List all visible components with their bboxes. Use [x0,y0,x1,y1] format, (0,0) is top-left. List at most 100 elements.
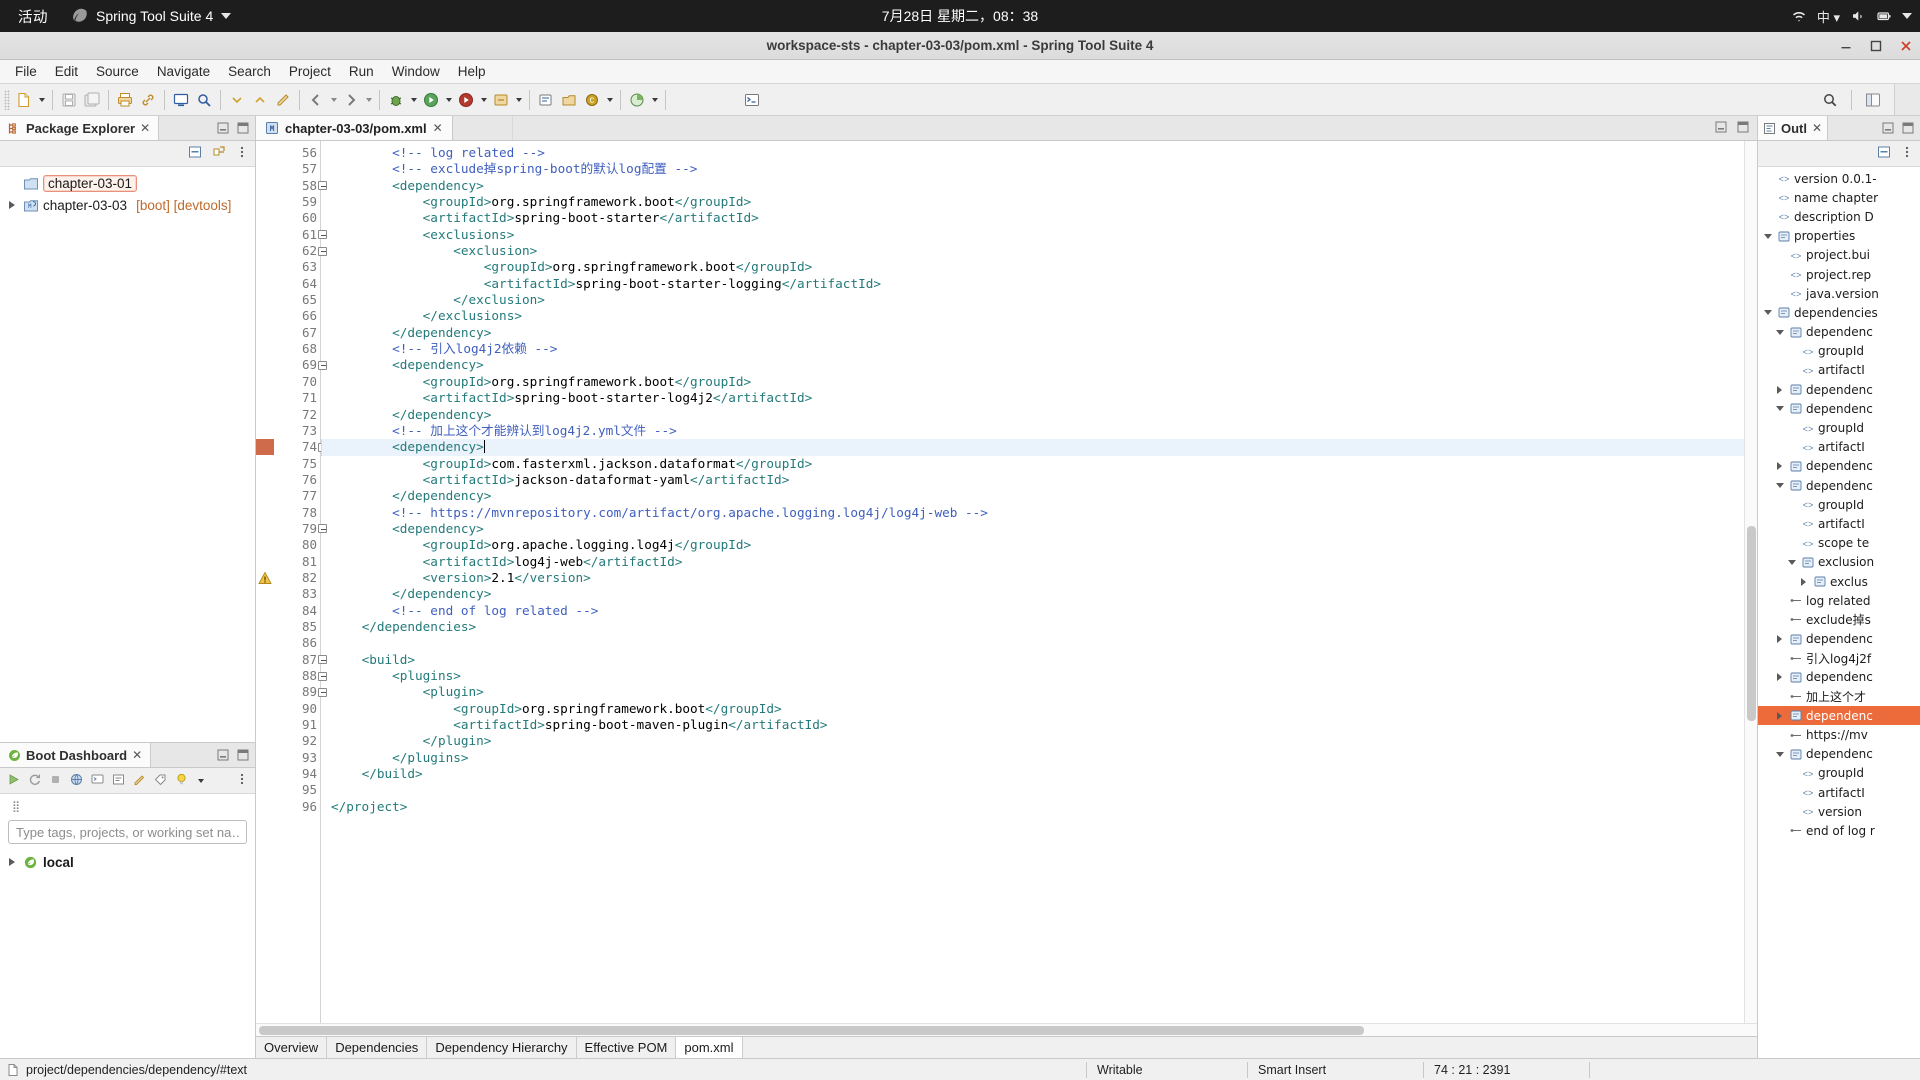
new-wizard-icon[interactable] [13,89,35,111]
new-class-dropdown-arrow[interactable] [604,89,615,111]
maximize-editor-button[interactable] [1737,121,1749,136]
code-line[interactable]: <dependency> [321,357,1757,373]
twisty-down-icon[interactable] [1774,751,1785,757]
toolbar-grip[interactable] [4,89,10,110]
bulb-icon[interactable] [174,772,189,790]
maximize-view-button[interactable] [237,749,249,761]
input-method-indicator[interactable]: 中 ▾ [1817,7,1840,26]
menu-item-file[interactable]: File [6,62,46,81]
minimize-view-button[interactable] [217,749,229,761]
boot-dropdown-arrow[interactable] [478,89,489,111]
minimize-view-button[interactable] [1882,122,1894,134]
annotation-ruler[interactable] [256,141,274,1023]
outline-row[interactable]: <> project.rep [1758,265,1920,284]
code-line[interactable]: <build> [321,652,1757,668]
stop-icon[interactable] [48,772,63,790]
clock-button[interactable]: 7月28日 星期二，08：38 [882,6,1038,26]
twisty-down-icon[interactable] [1786,559,1797,565]
open-console-icon[interactable] [170,89,192,111]
outline-row[interactable]: 加上这个才 [1758,687,1920,706]
run-icon[interactable] [420,89,442,111]
back-dropdown-arrow[interactable] [328,89,339,111]
open-browser-icon[interactable] [69,772,84,790]
twisty-down-icon[interactable] [1762,233,1773,239]
outline-row[interactable]: <> artifactI [1758,361,1920,380]
twisty-down-icon[interactable] [1774,483,1785,489]
outline-row[interactable]: <> scope te [1758,534,1920,553]
code-line[interactable]: <!-- exclude掉spring-boot的默认log配置 --> [321,161,1757,177]
menu-item-edit[interactable]: Edit [46,62,87,81]
app-menu-button[interactable]: Spring Tool Suite 4 [62,7,239,25]
editor-vertical-scrollbar[interactable] [1744,141,1757,1023]
code-line[interactable]: <artifactId>spring-boot-starter-logging<… [321,276,1757,292]
previous-annotation-icon[interactable] [249,89,271,111]
twisty-right-icon[interactable] [1774,385,1785,394]
outline-row[interactable]: <> name chapter [1758,188,1920,207]
outline-row[interactable]: dependenc [1758,457,1920,476]
outline-row[interactable]: <> groupId [1758,418,1920,437]
external-dropdown-arrow[interactable] [513,89,524,111]
twisty-right-icon[interactable] [1774,462,1785,471]
outline-row[interactable]: exclude掉s [1758,610,1920,629]
code-line[interactable]: <artifactId>spring-boot-starter</artifac… [321,210,1757,226]
code-line[interactable]: <exclusion> [321,243,1757,259]
print-icon[interactable] [114,89,136,111]
twisty-right-icon[interactable] [1774,635,1785,644]
code-line[interactable]: </exclusion> [321,292,1757,308]
form-tab-dependencies[interactable]: Dependencies [327,1037,428,1058]
close-icon[interactable]: ✕ [132,748,142,762]
code-editor[interactable]: 56 57 58 59 60 61 62 63 64 65 66 67 68 69 70 71 72 73 74 75… [256,141,1757,1023]
outline-row[interactable]: <> artifactI [1758,783,1920,802]
outline-row[interactable]: 引入log4j2f [1758,649,1920,668]
new-package-icon[interactable] [558,89,580,111]
form-tab-dependency-hierarchy[interactable]: Dependency Hierarchy [427,1037,577,1058]
editor-horizontal-scrollbar[interactable] [256,1023,1757,1036]
code-line[interactable]: <artifactId>spring-boot-starter-log4j2</… [321,390,1757,406]
outline-row[interactable]: <> project.bui [1758,246,1920,265]
code-line[interactable]: </dependency> [321,325,1757,341]
quick-access-search-icon[interactable] [1819,89,1841,111]
tab-boot-dashboard[interactable]: Boot Dashboard ✕ [0,743,152,767]
outline-row[interactable]: exclusion [1758,553,1920,572]
twisty-down-icon[interactable] [1762,310,1773,316]
outline-row[interactable]: dependenc [1758,745,1920,764]
activities-button[interactable]: 活动 [0,6,62,27]
code-line[interactable] [321,782,1757,798]
code-line[interactable] [321,635,1757,651]
new-class-icon[interactable]: C [581,89,603,111]
outline-row[interactable]: https://mv [1758,725,1920,744]
view-menu-icon[interactable] [1900,144,1914,163]
code-line[interactable]: <!-- 引入log4j2依赖 --> [321,341,1757,357]
menu-item-search[interactable]: Search [219,62,280,81]
close-icon[interactable]: ✕ [433,121,443,135]
boot-dashboard-tree[interactable]: local [0,848,255,1058]
forward-icon[interactable] [340,89,362,111]
twisty-down-icon[interactable] [1774,329,1785,335]
code-line[interactable]: <groupId>org.springframework.boot</group… [321,374,1757,390]
code-line[interactable]: <groupId>org.apache.logging.log4j</group… [321,537,1757,553]
code-line[interactable]: </project> [321,799,1757,815]
twisty-down-icon[interactable] [1774,406,1785,412]
code-line[interactable]: <artifactId>jackson-dataformat-yaml</art… [321,472,1757,488]
link-icon[interactable] [137,89,159,111]
outline-row[interactable]: <> artifactI [1758,438,1920,457]
code-line[interactable]: <!-- end of log related --> [321,603,1757,619]
boot-config-icon[interactable] [111,772,126,790]
close-button[interactable] [1898,38,1914,54]
tag-icon[interactable] [153,772,168,790]
save-all-icon[interactable] [81,89,103,111]
outline-row[interactable]: properties [1758,227,1920,246]
outline-row[interactable]: <> description D [1758,207,1920,226]
twisty-right-icon[interactable] [1774,673,1785,682]
outline-row[interactable]: <> groupId [1758,764,1920,783]
save-icon[interactable] [58,89,80,111]
next-annotation-icon[interactable] [226,89,248,111]
code-line[interactable]: <plugins> [321,668,1757,684]
new-dropdown-arrow[interactable] [36,89,47,111]
link-with-editor-icon[interactable] [211,144,227,163]
restart-icon[interactable] [27,772,42,790]
coverage-icon[interactable] [626,89,648,111]
outline-row[interactable]: <> artifactI [1758,514,1920,533]
outline-row[interactable]: dependenc [1758,476,1920,495]
code-line[interactable]: <version>2.1</version> [321,570,1757,586]
